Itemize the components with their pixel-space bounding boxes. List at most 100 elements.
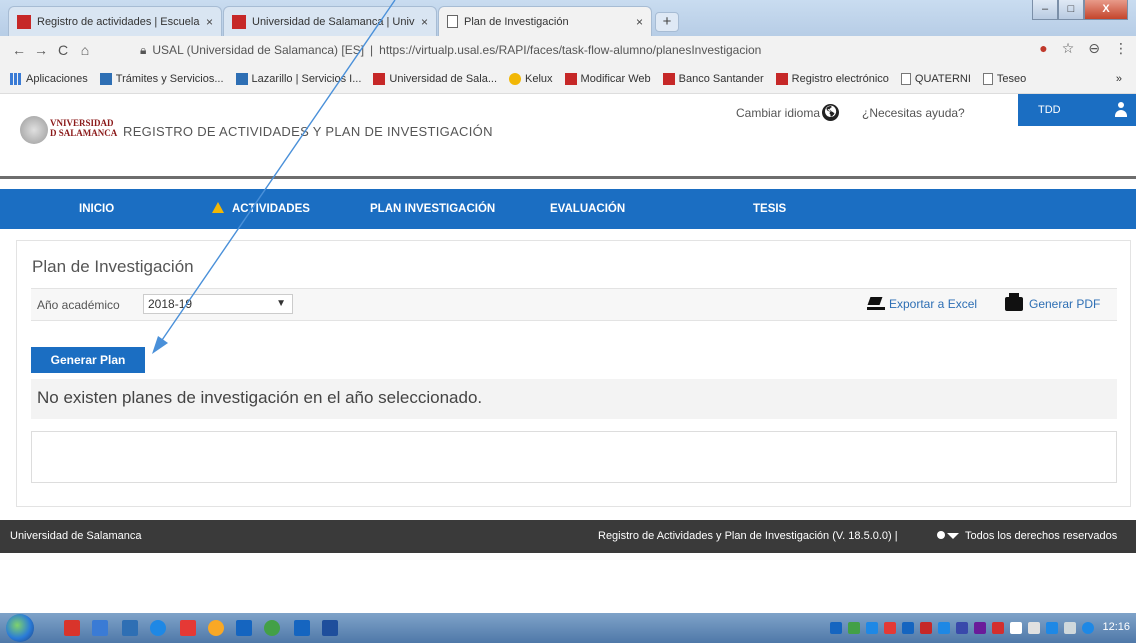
tab-label: Plan de Investigación [464,15,569,28]
browser-tab-registro[interactable]: Registro de actividades | Escuela × [8,6,222,36]
action-center-icon[interactable] [1010,622,1022,634]
tab-close-icon[interactable]: × [206,15,213,29]
bookmark-quaterni[interactable]: QUATERNI [900,72,971,85]
tray-icon[interactable] [956,622,968,634]
bookmark-registro-electronico[interactable]: Registro electrónico [775,72,889,85]
taskbar-clock: 12:16 [1102,621,1130,633]
site-identity: USAL (Universidad de Salamanca) [ES] [152,43,365,57]
user-menu[interactable]: TDD [1018,94,1136,126]
bookmark-modificar-web[interactable]: Modificar Web [564,72,651,85]
profile-icon[interactable]: ⊖ [1088,40,1100,57]
network-icon[interactable] [1046,622,1058,634]
nav-evaluacion[interactable]: EVALUACIÓN [550,189,625,229]
export-icon [867,297,885,311]
flag-icon[interactable] [1028,622,1040,634]
usal-favicon-icon [564,72,577,85]
maximize-button[interactable]: □ [1058,0,1084,20]
tray-icon[interactable] [1082,622,1094,634]
tab-close-icon[interactable]: × [421,15,428,29]
home-icon[interactable]: ⌂ [74,42,96,58]
footer-app-version: Registro de Actividades y Plan de Invest… [598,530,898,542]
taskbar-app-icon[interactable] [208,620,224,636]
change-language-link[interactable]: Cambiar idioma 🌎︎ [736,104,840,121]
tray-icon[interactable] [866,622,878,634]
chevron-down-icon: ▼ [276,298,286,309]
results-container [31,431,1117,483]
volume-icon[interactable] [1064,622,1076,634]
university-logo[interactable]: VNIVERSIDAD D SALAMANCA [50,118,117,138]
bookmarks-overflow-icon[interactable]: » [1116,73,1122,85]
footer-rights: Todos los derechos reservados [965,530,1118,542]
browser-tab-universidad[interactable]: Universidad de Salamanca | Univ × [223,6,437,36]
page-title: Plan de Investigación [32,257,194,276]
browser-tab-plan[interactable]: Plan de Investigación × [438,6,652,36]
taskbar-app-icon[interactable] [122,620,138,636]
tray-icon[interactable] [902,622,914,634]
nav-inicio[interactable]: INICIO [79,189,114,229]
address-bar[interactable]: 🔒︎ USAL (Universidad de Salamanca) [ES] … [140,40,1070,60]
app-title: REGISTRO DE ACTIVIDADES Y PLAN DE INVEST… [123,124,493,139]
tray-icon[interactable] [830,622,842,634]
bookmark-universidad[interactable]: Universidad de Sala... [373,72,497,85]
internet-explorer-icon[interactable] [150,620,166,636]
user-name: TDD [1038,104,1061,116]
chrome-icon[interactable] [264,620,280,636]
footer-university: Universidad de Salamanca [10,530,142,542]
start-button-icon[interactable] [6,614,34,642]
minimize-button[interactable]: – [1032,0,1058,20]
printer-icon [1005,293,1023,311]
santander-icon [662,72,675,85]
taskbar-app-icon[interactable] [180,620,196,636]
bookmark-apps[interactable]: Aplicaciones [10,72,88,85]
warning-icon [212,202,224,213]
tray-icon[interactable] [884,622,896,634]
tray-icon[interactable] [848,622,860,634]
close-window-button[interactable]: X [1084,0,1128,20]
url-text: https://virtualp.usal.es/RAPI/faces/task… [379,43,762,57]
tray-icon[interactable] [938,622,950,634]
bookmark-teseo[interactable]: Teseo [982,72,1026,85]
bookmark-santander[interactable]: Banco Santander [662,72,764,85]
tab-label: Universidad de Salamanca | Univ [252,15,415,28]
tab-close-icon[interactable]: × [636,15,643,29]
browser-toolbar: ← → C ⌂ 🔒︎ USAL (Universidad de Salamanc… [0,36,1136,64]
page-icon [982,72,993,85]
bookmark-star-icon[interactable]: ☆ [1062,40,1075,57]
tray-icon[interactable] [920,622,932,634]
taskbar-app-icon[interactable] [236,620,252,636]
os-taskbar: 12:16 [0,613,1136,643]
filter-bar: Año académico 2018-19 ▼ Exportar a Excel… [31,288,1117,321]
bookmark-lazarillo[interactable]: Lazarillo | Servicios I... [235,72,361,85]
browser-menu-icon[interactable]: ⋮ [1114,40,1128,57]
nav-tesis[interactable]: TESIS [753,189,786,229]
page-icon [900,72,911,85]
address-separator: | [370,43,374,57]
nav-actividades[interactable]: ACTIVIDADES [212,189,310,229]
generate-plan-button[interactable]: Generar Plan [31,347,145,373]
help-link[interactable]: ¿Necesitas ayuda? [862,106,965,120]
tray-icon[interactable] [992,622,1004,634]
nav-plan-investigacion[interactable]: PLAN INVESTIGACIÓN [370,189,495,229]
browser-tab-strip: Registro de actividades | Escuela × Univ… [0,0,1136,36]
bookmarks-bar: Aplicaciones Trámites y Servicios... Laz… [0,64,1136,94]
back-icon[interactable]: ← [8,42,30,58]
taskbar-app-icon[interactable] [92,620,108,636]
tray-icon[interactable] [974,622,986,634]
bookmark-tramites[interactable]: Trámites y Servicios... [99,72,224,85]
provider-logo-icon [937,531,959,541]
taskbar-app-icon[interactable] [294,620,310,636]
forward-icon[interactable]: → [30,42,52,58]
generate-pdf-link[interactable]: Generar PDF [1005,293,1100,311]
usal-favicon-icon [17,14,31,29]
academic-year-select[interactable]: 2018-19 ▼ [143,294,293,314]
app-header: VNIVERSIDAD D SALAMANCA REGISTRO DE ACTI… [0,94,1136,178]
new-tab-button[interactable]: + [655,12,679,32]
taskbar-app-icon[interactable] [64,620,80,636]
academic-year-value: 2018-19 [148,297,193,311]
export-excel-link[interactable]: Exportar a Excel [867,297,977,311]
word-icon[interactable] [322,620,338,636]
bookmark-kelux[interactable]: Kelux [509,72,553,85]
reload-icon[interactable]: C [52,42,74,58]
bookmark-icon [235,72,248,85]
extension-icon[interactable]: ● [1039,40,1047,57]
